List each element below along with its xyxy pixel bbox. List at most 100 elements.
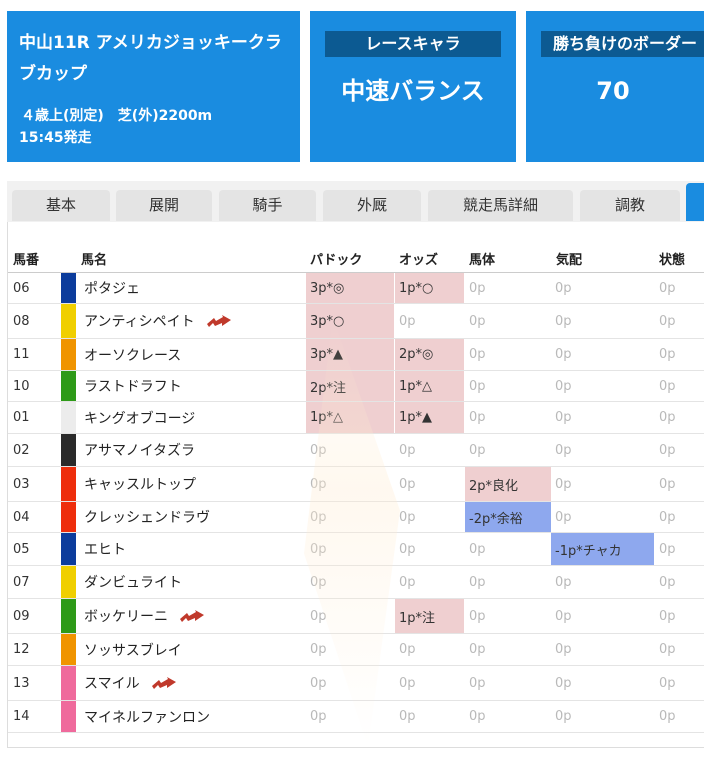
frame-color — [61, 371, 76, 401]
state-score: 0p — [659, 313, 676, 329]
red-arrow-icon — [151, 677, 176, 689]
state-score: 0p — [659, 675, 676, 691]
horse-name-cell[interactable]: クレッシェンドラヴ — [80, 502, 305, 532]
body-score: 0p — [469, 280, 486, 296]
body-score: -2p*余裕 — [465, 502, 551, 532]
body-score: 0p — [469, 709, 486, 724]
table-row[interactable]: 02 アサマノイタズラ 0p 0p 0p 0p 0p — [8, 434, 704, 467]
horse-number: 12 — [13, 642, 30, 657]
odds-score: 1p*▲ — [395, 402, 464, 433]
frame-color — [61, 502, 76, 532]
horse-name[interactable]: キングオブコージ — [84, 408, 195, 428]
table-row[interactable]: 04 クレッシェンドラヴ 0p 0p -2p*余裕 0p 0p — [8, 502, 704, 533]
odds-score: 0p — [399, 313, 416, 329]
horse-name-cell[interactable]: ポタジェ — [80, 273, 305, 303]
header-odds: オッズ — [399, 253, 439, 268]
horse-name-cell[interactable]: ボッケリーニ — [80, 599, 305, 633]
horse-name-cell[interactable]: キングオブコージ — [80, 402, 305, 433]
spirit-score: 0p — [555, 442, 572, 458]
frame-color — [61, 701, 76, 732]
odds-score: 2p*◎ — [395, 339, 464, 370]
header-name: 馬名 — [81, 253, 108, 268]
horse-name[interactable]: ポタジェ — [84, 278, 140, 298]
horse-name-cell[interactable]: キャッスルトップ — [80, 467, 305, 501]
paddock-score: 0p — [310, 608, 327, 624]
state-score: 0p — [659, 642, 676, 657]
frame-color — [61, 304, 76, 338]
horse-name[interactable]: ソッサスブレイ — [84, 640, 182, 660]
body-score: 0p — [469, 541, 486, 557]
tab-training[interactable]: 調教 — [580, 190, 680, 221]
state-score: 0p — [659, 574, 676, 590]
tab-tenkai[interactable]: 展開 — [116, 190, 212, 221]
body-score: 2p*良化 — [465, 467, 551, 501]
horse-name-cell[interactable]: アンティシペイト — [80, 304, 305, 338]
horse-number: 02 — [13, 442, 30, 458]
body-score: 0p — [469, 574, 486, 590]
table-row[interactable]: 14 マイネルファンロン 0p 0p 0p 0p 0p — [8, 701, 704, 733]
table-row[interactable]: 03 キャッスルトップ 0p 0p 2p*良化 0p 0p — [8, 467, 704, 502]
frame-color — [61, 273, 76, 303]
table-row[interactable]: 01 キングオブコージ 1p*△ 1p*▲ 0p 0p 0p — [8, 402, 704, 434]
horse-name[interactable]: エヒト — [84, 539, 126, 559]
frame-color — [61, 467, 76, 501]
table-row[interactable]: 13 スマイル 0p 0p 0p 0p 0p — [8, 666, 704, 701]
frame-color — [61, 634, 76, 665]
horse-name[interactable]: ダンビュライト — [84, 572, 182, 592]
header-body: 馬体 — [469, 253, 496, 268]
table-row[interactable]: 10 ラストドラフト 2p*注 1p*△ 0p 0p 0p — [8, 371, 704, 402]
horse-name-cell[interactable]: エヒト — [80, 533, 305, 565]
horse-name[interactable]: アンティシペイト — [84, 311, 195, 331]
horse-name[interactable]: ボッケリーニ — [84, 606, 168, 626]
table-row[interactable]: 11 オーソクレース 3p*▲ 2p*◎ 0p 0p 0p — [8, 339, 704, 371]
horse-name[interactable]: マイネルファンロン — [84, 707, 210, 727]
paddock-score: 0p — [310, 476, 327, 492]
tab-basic[interactable]: 基本 — [12, 190, 110, 221]
paddock-score: 0p — [310, 675, 327, 691]
race-start-time: 15:45発走 — [19, 130, 92, 146]
odds-score: 1p*○ — [395, 273, 464, 303]
horse-name-cell[interactable]: アサマノイタズラ — [80, 434, 305, 466]
race-info-card: 中山11R アメリカジョッキークラブカップ ４歳上(別定) 芝(外)2200m … — [7, 11, 300, 162]
horse-name[interactable]: アサマノイタズラ — [84, 440, 195, 460]
horse-name[interactable]: オーソクレース — [84, 345, 181, 365]
horse-name[interactable]: キャッスルトップ — [84, 474, 196, 494]
body-score: 0p — [469, 378, 486, 394]
spirit-score: 0p — [555, 608, 572, 624]
frame-color — [61, 402, 76, 433]
horse-name-cell[interactable]: スマイル — [80, 666, 305, 700]
tab-jockey[interactable]: 騎手 — [219, 190, 316, 221]
horse-name[interactable]: ラストドラフト — [84, 376, 182, 396]
spirit-score: 0p — [555, 347, 572, 362]
horse-name[interactable]: スマイル — [84, 673, 140, 693]
table-row[interactable]: 09 ボッケリーニ 0p 1p*注 0p 0p 0p — [8, 599, 704, 634]
state-score: 0p — [659, 442, 676, 458]
horse-number: 14 — [13, 709, 30, 724]
table-row[interactable]: 05 エヒト 0p 0p 0p -1p*チャカ 0p — [8, 533, 704, 566]
spirit-score: 0p — [555, 675, 572, 691]
horse-name-cell[interactable]: マイネルファンロン — [80, 701, 305, 732]
table-row[interactable]: 07 ダンビュライト 0p 0p 0p 0p 0p — [8, 566, 704, 599]
table-row[interactable]: 12 ソッサスブレイ 0p 0p 0p 0p 0p — [8, 634, 704, 666]
race-title: 中山11R アメリカジョッキークラブカップ — [19, 33, 282, 84]
paddock-score: 1p*△ — [306, 402, 394, 433]
frame-color — [61, 666, 76, 700]
horse-name-cell[interactable]: オーソクレース — [80, 339, 305, 370]
horse-name[interactable]: クレッシェンドラヴ — [84, 507, 210, 527]
horse-name-cell[interactable]: ダンビュライト — [80, 566, 305, 598]
border-value: 70 — [596, 77, 630, 105]
odds-score: 0p — [399, 709, 416, 724]
odds-score: 1p*△ — [395, 371, 464, 401]
tab-horse-detail[interactable]: 競走馬詳細 — [428, 190, 573, 221]
table-row[interactable]: 08 アンティシペイト 3p*○ 0p 0p 0p 0p — [8, 304, 704, 339]
state-score: 0p — [659, 410, 676, 425]
body-score: 0p — [469, 410, 486, 425]
horse-name-cell[interactable]: ソッサスブレイ — [80, 634, 305, 665]
paddock-score: 0p — [310, 642, 327, 657]
table-row[interactable]: 06 ポタジェ 3p*◎ 1p*○ 0p 0p 0p — [8, 273, 704, 304]
spirit-score: -1p*チャカ — [551, 533, 654, 565]
tab-active-partial[interactable] — [686, 183, 704, 221]
tab-gaikyu[interactable]: 外厩 — [323, 190, 421, 221]
horse-name-cell[interactable]: ラストドラフト — [80, 371, 305, 401]
state-score: 0p — [659, 709, 676, 724]
